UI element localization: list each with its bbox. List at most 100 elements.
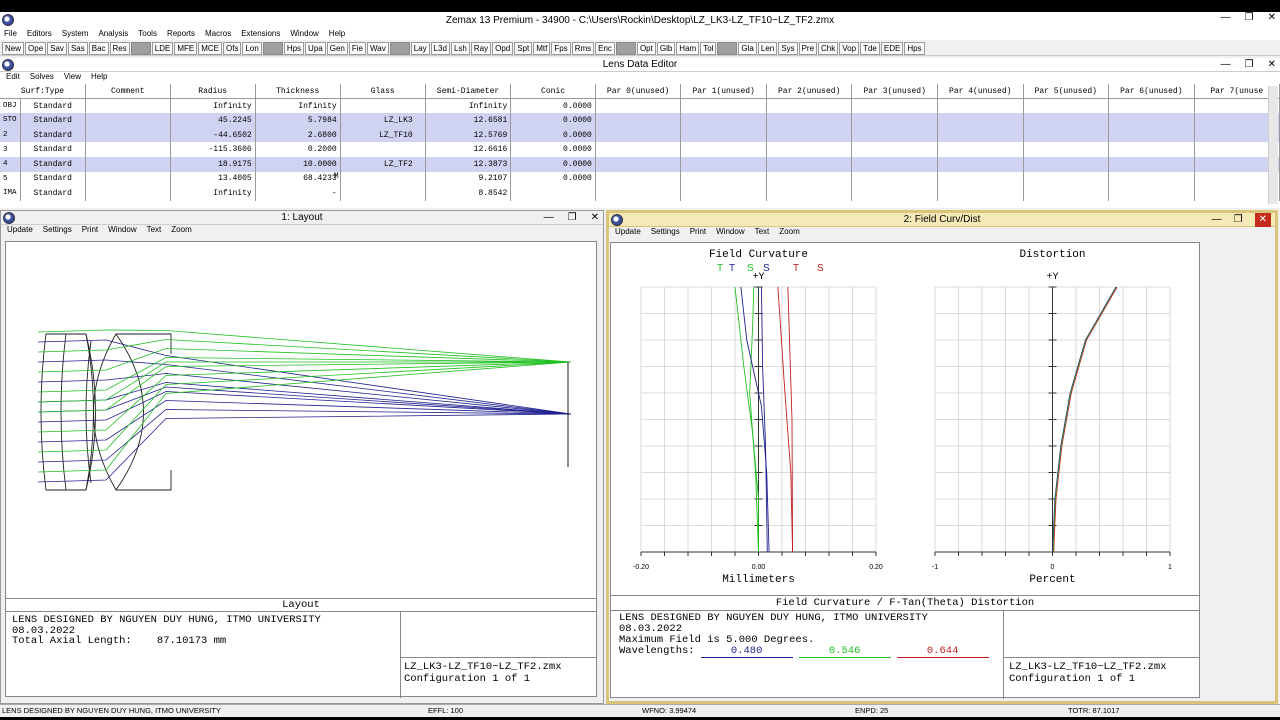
- glass-cell[interactable]: [340, 142, 426, 157]
- surface-number-cell[interactable]: 5: [0, 171, 21, 187]
- parameter-cell[interactable]: [1023, 98, 1110, 114]
- parameter-cell[interactable]: [937, 113, 1024, 128]
- parameter-cell[interactable]: [1023, 127, 1110, 143]
- glass-cell[interactable]: LZ_TF10: [340, 127, 426, 143]
- toolbar-button-ham[interactable]: Ham: [676, 42, 700, 55]
- toolbar-button-lay[interactable]: Lay: [410, 42, 430, 55]
- semi-diameter-cell[interactable]: 12.6581: [425, 113, 512, 128]
- surface-type-cell[interactable]: Standard: [20, 98, 86, 114]
- table-row[interactable]: 5 Standard 13.4005 68.4233 M 9.2107 0.0000: [0, 171, 1280, 187]
- close-icon[interactable]: ✕: [1268, 12, 1276, 23]
- restore-icon[interactable]: ❐: [1245, 12, 1254, 23]
- layout-menu-zoom[interactable]: Zoom: [171, 225, 191, 237]
- toolbar-button-l3d[interactable]: L3d: [430, 42, 450, 55]
- parameter-cell[interactable]: [1108, 113, 1195, 128]
- toolbar-button-hps[interactable]: Hps: [904, 42, 925, 55]
- toolbar-button-fie[interactable]: Fie: [348, 42, 366, 55]
- menu-extensions[interactable]: Extensions: [241, 29, 280, 40]
- toolbar-button-vop[interactable]: Vop: [839, 42, 860, 55]
- surface-type-cell[interactable]: Standard: [20, 156, 86, 172]
- toolbar-button-tol[interactable]: Tol: [700, 42, 717, 55]
- thickness-cell[interactable]: 5.7984: [255, 113, 341, 128]
- surface-number-cell[interactable]: OBJ: [0, 98, 21, 114]
- column-header[interactable]: Semi-Diameter: [425, 84, 512, 100]
- parameter-cell[interactable]: [1194, 186, 1280, 201]
- parameter-cell[interactable]: [1023, 156, 1110, 172]
- parameter-cell[interactable]: [937, 98, 1024, 114]
- parameter-cell[interactable]: [937, 186, 1024, 201]
- toolbar-button-gla[interactable]: Gla: [738, 42, 757, 55]
- restore-icon[interactable]: ❐: [568, 211, 577, 225]
- conic-cell[interactable]: 0.0000: [510, 127, 596, 143]
- table-row[interactable]: OBJ Standard Infinity Infinity Infinity 0.000…: [0, 98, 1280, 114]
- parameter-cell[interactable]: [595, 113, 682, 128]
- toolbar-button-ope[interactable]: Ope: [25, 42, 47, 55]
- parameter-cell[interactable]: [595, 142, 682, 157]
- zemax-logo-icon[interactable]: [2, 14, 14, 26]
- lde-menu-solves[interactable]: Solves: [30, 72, 54, 84]
- conic-cell[interactable]: 0.0000: [510, 113, 596, 128]
- parameter-cell[interactable]: [937, 142, 1024, 157]
- column-header[interactable]: Par 4(unused): [937, 84, 1024, 100]
- toolbar-button-gen[interactable]: Gen: [326, 42, 348, 55]
- parameter-cell[interactable]: [851, 113, 938, 128]
- toolbar-button-sav[interactable]: Sav: [47, 42, 67, 55]
- fc-menu-window[interactable]: Window: [716, 227, 744, 239]
- toolbar-button-lde[interactable]: LDE: [151, 42, 174, 55]
- parameter-cell[interactable]: [766, 127, 853, 143]
- radius-cell[interactable]: 45.2245: [170, 113, 256, 128]
- toolbar-button-bac[interactable]: Bac: [88, 42, 109, 55]
- menu-reports[interactable]: Reports: [167, 29, 195, 40]
- lde-menu-help[interactable]: Help: [91, 72, 107, 84]
- parameter-cell[interactable]: [766, 186, 853, 201]
- layout-menu-update[interactable]: Update: [7, 225, 33, 237]
- parameter-cell[interactable]: [851, 171, 938, 187]
- parameter-cell[interactable]: [766, 113, 853, 128]
- toolbar-button-ede[interactable]: EDE: [880, 42, 904, 55]
- parameter-cell[interactable]: [595, 156, 682, 172]
- radius-cell[interactable]: 13.4005: [170, 171, 256, 187]
- comment-cell[interactable]: [85, 113, 171, 128]
- thickness-cell[interactable]: -: [255, 186, 341, 201]
- toolbar-button-glb[interactable]: Glb: [656, 42, 676, 55]
- toolbar-button-ray[interactable]: Ray: [470, 42, 492, 55]
- layout-menu-print[interactable]: Print: [82, 225, 98, 237]
- layout-menu-settings[interactable]: Settings: [43, 225, 72, 237]
- restore-icon[interactable]: ❐: [1234, 213, 1243, 227]
- thickness-cell[interactable]: 68.4233 M: [255, 171, 341, 187]
- toolbar-button-lon[interactable]: Lon: [242, 42, 262, 55]
- parameter-cell[interactable]: [680, 127, 767, 143]
- parameter-cell[interactable]: [851, 156, 938, 172]
- layout-menu-window[interactable]: Window: [108, 225, 136, 237]
- glass-cell[interactable]: [340, 98, 426, 114]
- glass-cell[interactable]: LZ_LK3: [340, 113, 426, 128]
- glass-cell[interactable]: LZ_TF2: [340, 156, 426, 172]
- parameter-cell[interactable]: [937, 127, 1024, 143]
- column-header[interactable]: Par 0(unused): [595, 84, 682, 100]
- parameter-cell[interactable]: [851, 186, 938, 201]
- menu-tools[interactable]: Tools: [138, 29, 157, 40]
- toolbar-button-ofs[interactable]: Ofs: [223, 42, 242, 55]
- parameter-cell[interactable]: [1108, 186, 1195, 201]
- parameter-cell[interactable]: [595, 186, 682, 201]
- fc-plot-area[interactable]: Field Curvature +Y -0.20 0.00 0.20 Millimeter…: [610, 242, 1200, 699]
- close-icon[interactable]: ✕: [591, 211, 599, 225]
- minimize-icon[interactable]: —: [544, 211, 554, 225]
- parameter-cell[interactable]: [766, 171, 853, 187]
- conic-cell[interactable]: 0.0000: [510, 98, 596, 114]
- fc-menu-settings[interactable]: Settings: [651, 227, 680, 239]
- conic-cell[interactable]: 0.0000: [510, 142, 596, 157]
- semi-diameter-cell[interactable]: Infinity: [425, 98, 512, 114]
- parameter-cell[interactable]: [937, 171, 1024, 187]
- conic-cell[interactable]: [510, 186, 596, 201]
- parameter-cell[interactable]: [1023, 113, 1110, 128]
- close-icon[interactable]: ✕: [1268, 58, 1276, 72]
- surface-type-cell[interactable]: Standard: [20, 142, 86, 157]
- parameter-cell[interactable]: [1194, 127, 1280, 143]
- lde-menu-edit[interactable]: Edit: [6, 72, 20, 84]
- parameter-cell[interactable]: [1023, 142, 1110, 157]
- menu-editors[interactable]: Editors: [27, 29, 52, 40]
- column-header[interactable]: Par 6(unused): [1108, 84, 1195, 100]
- column-header[interactable]: Glass: [340, 84, 426, 100]
- toolbar-button-sys[interactable]: Sys: [778, 42, 798, 55]
